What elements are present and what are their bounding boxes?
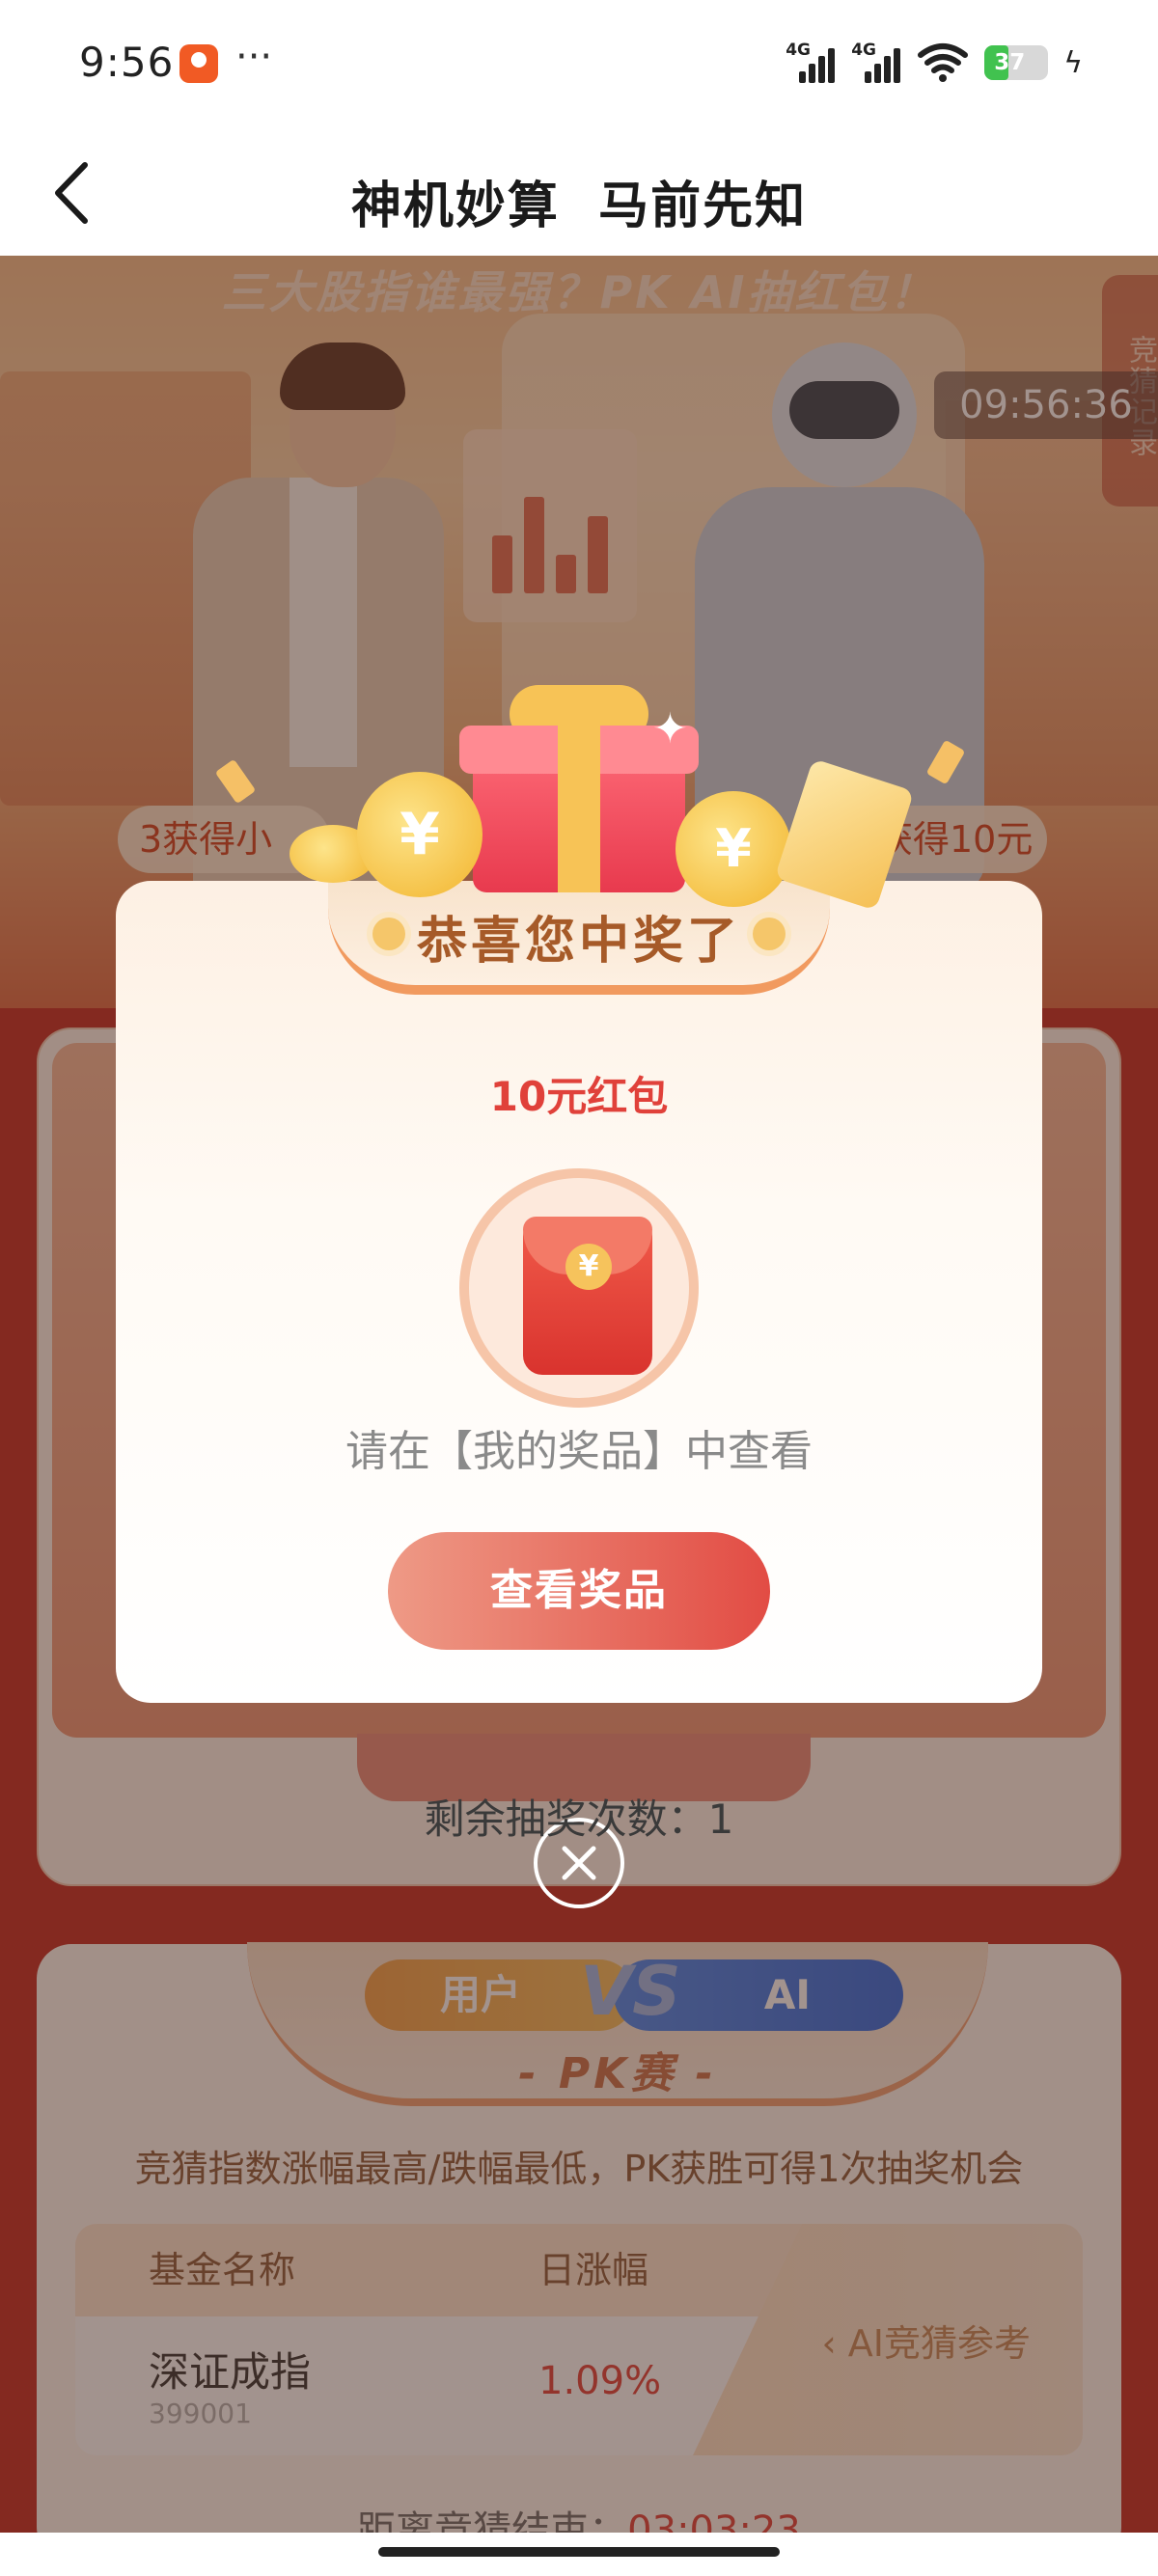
remaining-draws: 剩余抽奖次数：1: [0, 1787, 1158, 1846]
signal-label: 4G: [851, 41, 876, 60]
remaining-draws-count: 1: [707, 1795, 734, 1843]
status-time: 9:56: [79, 39, 175, 86]
modal-title: 恭喜您中奖了: [416, 913, 741, 971]
prize-amount: 10元红包: [489, 1073, 669, 1120]
coin-icon: ¥: [676, 791, 791, 907]
more-notifications-icon: ···: [235, 35, 273, 79]
signal-label: 4G: [786, 41, 811, 60]
sparkle-icon: ✦: [652, 704, 688, 754]
app-notification-icon: [179, 44, 218, 83]
gift-ribbon-decoration: [558, 726, 600, 892]
red-envelope-icon: ¥: [523, 1217, 652, 1375]
charging-icon: ϟ: [1063, 45, 1083, 80]
prize-hint: 请在【我的奖品】中查看: [345, 1427, 813, 1476]
view-prize-button[interactable]: 查看奖品: [388, 1532, 770, 1650]
page-title: 神机妙算 马前先知: [350, 178, 808, 235]
prize-icon-ring: ¥: [459, 1168, 699, 1408]
nav-bar: 神机妙算 马前先知: [0, 130, 1158, 256]
status-indicators: 4G 4G 37 ϟ: [786, 39, 1083, 87]
status-bar: 9:56 ··· 4G 4G 37 ϟ: [0, 0, 1158, 130]
battery-percent: 37: [994, 50, 1026, 75]
signal-icon: 4G: [851, 41, 901, 85]
home-indicator[interactable]: [378, 2547, 780, 2557]
prize-modal: 恭喜您中奖了 10元红包 ¥ 请在【我的奖品】中查看 查看奖品: [116, 881, 1042, 1703]
wifi-icon: [918, 43, 969, 82]
yuan-coin-icon: ¥: [565, 1244, 612, 1290]
close-icon: [562, 1846, 596, 1880]
coin-icon: ¥: [357, 772, 482, 897]
battery-icon: 37: [984, 45, 1049, 80]
remaining-draws-label: 剩余抽奖次数：: [424, 1795, 708, 1843]
signal-icon: 4G: [786, 41, 836, 85]
gesture-bar: [0, 2533, 1158, 2576]
